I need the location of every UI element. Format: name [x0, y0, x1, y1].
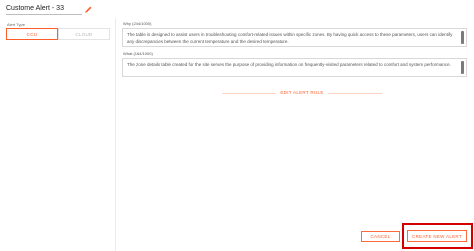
custom-alert-page: Custome Alert - 33 Alert Type CCU CLOUD … [0, 0, 474, 251]
why-textarea[interactable]: The table is designed to assist users in… [122, 28, 467, 47]
cancel-button[interactable]: CANCEL [361, 231, 400, 242]
edit-alert-rule-link[interactable]: EDIT ALERT RULE [222, 89, 382, 97]
title-underline [6, 14, 82, 15]
why-label: Why (244/1000) [123, 21, 152, 26]
alert-title-input[interactable]: Custome Alert - 33 [6, 5, 82, 12]
alert-title-row: Custome Alert - 33 [6, 2, 82, 15]
alert-type-toggle: CCU CLOUD [6, 28, 110, 40]
edit-alert-rule-label: EDIT ALERT RULE [280, 90, 324, 95]
alert-type-label: Alert Type [7, 22, 25, 27]
column-divider [115, 18, 116, 251]
what-textarea[interactable]: The zone details table created for the s… [122, 58, 467, 77]
why-text: The table is designed to assist users in… [127, 32, 453, 45]
why-scrollbar[interactable] [461, 31, 464, 44]
alert-type-cloud-button[interactable]: CLOUD [58, 28, 110, 40]
alert-type-ccu-button[interactable]: CCU [6, 28, 58, 40]
pencil-icon[interactable] [83, 2, 93, 13]
what-scrollbar[interactable] [461, 61, 464, 74]
what-text: The zone details table created for the s… [127, 62, 451, 67]
what-label: What (164/1000) [123, 51, 153, 56]
create-new-alert-button[interactable]: CREATE NEW ALERT [407, 230, 467, 242]
